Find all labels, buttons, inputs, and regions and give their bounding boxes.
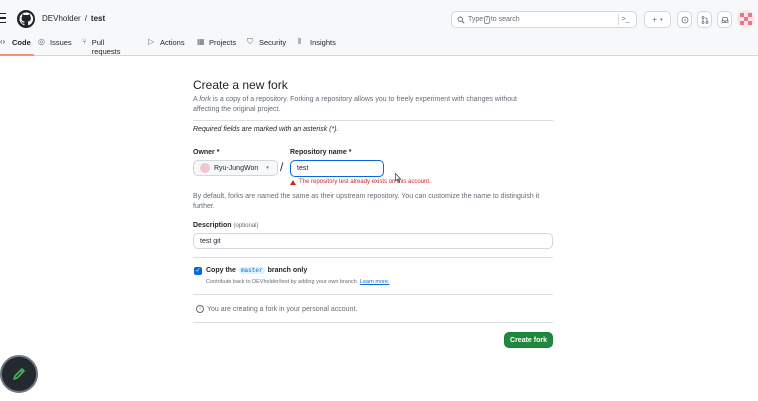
owner-label: Owner * [193, 149, 220, 156]
search-input[interactable]: Type / to search >_ [451, 11, 637, 28]
copy-branch-checkbox[interactable]: ✓ [194, 267, 202, 275]
tab-pull-requests[interactable]: ⑂ Pull requests [82, 36, 123, 57]
divider [193, 120, 553, 121]
info-icon: i [196, 305, 204, 313]
tab-label: Projects [209, 38, 237, 47]
shield-icon: ⛉ [247, 37, 253, 46]
hamburger-menu-icon[interactable] [0, 13, 6, 23]
tab-label: Code [12, 38, 31, 47]
tab-label: Insights [310, 38, 336, 47]
tab-label: Pull requests [91, 38, 121, 56]
search-prefix: Type [468, 16, 484, 23]
breadcrumb-repo[interactable]: test [91, 14, 105, 23]
alert-icon [290, 179, 296, 185]
plus-icon: + [652, 15, 658, 24]
inbox-icon[interactable] [717, 11, 732, 28]
info-text: You are creating a fork in your personal… [207, 305, 358, 313]
owner-value: Ryu-JungWon [214, 164, 259, 172]
graph-icon: ⫴ [298, 37, 302, 46]
edit-pencil-button[interactable] [0, 355, 38, 393]
fork-description: A fork is a copy of a repository. Forkin… [193, 96, 517, 113]
learn-more-link[interactable]: Learn more. [360, 279, 390, 285]
breadcrumb-separator: / [84, 14, 87, 23]
search-suffix: to search [490, 16, 520, 23]
issue-opened-icon: ◎ [38, 37, 45, 46]
fork-term: fork [199, 96, 211, 103]
branch-name-tag: master [238, 267, 265, 274]
tab-label: Security [259, 38, 287, 47]
error-message: The repository test already exists on th… [299, 179, 431, 185]
header-row: DEVholder / test Type / to search >_ + ▾ [0, 8, 758, 30]
create-fork-button[interactable]: Create fork [504, 332, 553, 348]
description-input[interactable] [193, 233, 553, 249]
personal-account-info: i You are creating a fork in your person… [196, 305, 357, 313]
tab-insights[interactable]: ⫴ Insights [298, 36, 336, 56]
github-logo-icon[interactable] [17, 10, 35, 28]
code-icon: ‹› [0, 37, 6, 46]
tab-projects[interactable]: ▦ Projects [197, 36, 236, 56]
command-palette-icon[interactable]: >_ [618, 14, 632, 25]
repo-name-input[interactable] [290, 160, 384, 177]
repo-name-error: The repository test already exists on th… [290, 179, 431, 185]
create-new-button[interactable]: + ▾ [644, 11, 671, 28]
pull-requests-icon[interactable] [697, 11, 712, 28]
description-label: Description (optional) [193, 222, 259, 229]
git-pull-request-icon: ⑂ [82, 37, 87, 46]
copy-branch-hint: Contribute back to DEVholder/test by add… [206, 279, 390, 285]
divider [193, 257, 553, 258]
page-title: Create a new fork [193, 78, 288, 92]
user-avatar[interactable] [737, 10, 755, 28]
pencil-icon [13, 368, 25, 380]
tab-security[interactable]: ⛉ Security [247, 36, 286, 56]
tab-label: Issues [50, 38, 72, 47]
copy-branch-label[interactable]: Copy the master branch only [206, 267, 307, 274]
play-icon: ▷ [148, 37, 155, 46]
required-note: Required fields are marked with an aster… [193, 126, 339, 133]
default-name-note: By default, forks are named the same as … [193, 193, 540, 210]
optional-tag: (optional) [233, 223, 259, 229]
top-header: DEVholder / test Type / to search >_ + ▾ [0, 0, 758, 56]
repo-name-label: Repository name * [290, 149, 352, 156]
tab-issues[interactable]: ◎ Issues [38, 36, 72, 56]
chevron-down-icon: ▾ [660, 16, 663, 23]
mouse-cursor-icon [395, 173, 401, 183]
breadcrumb: DEVholder / test [42, 14, 105, 23]
owner-avatar [200, 163, 210, 173]
divider [193, 294, 553, 295]
issues-icon[interactable] [677, 11, 692, 28]
owner-repo-separator: / [280, 160, 284, 174]
breadcrumb-owner[interactable]: DEVholder [42, 14, 81, 23]
tab-actions[interactable]: ▷ Actions [148, 36, 185, 56]
divider [193, 322, 553, 323]
tab-code[interactable]: ‹› Code [0, 36, 34, 56]
search-icon [457, 16, 465, 24]
chevron-down-icon: ▾ [266, 165, 269, 171]
table-icon: ▦ [197, 37, 205, 46]
tab-label: Actions [160, 38, 185, 47]
search-shortcut-key: / [484, 15, 490, 24]
owner-select[interactable]: Ryu-JungWon ▾ [193, 160, 278, 176]
